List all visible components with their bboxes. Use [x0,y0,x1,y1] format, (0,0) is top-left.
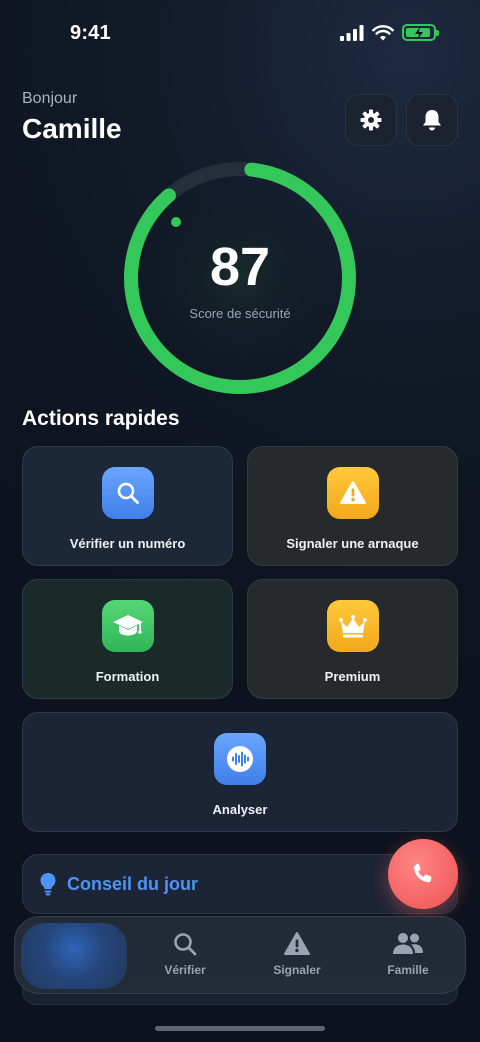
battery-icon [402,24,439,41]
status-time: 9:41 [70,22,111,44]
premium-card[interactable]: Premium [247,579,458,699]
warning-icon [284,932,310,955]
graduation-cap-icon [112,615,143,636]
wifi-icon [372,24,394,40]
report-scam-card[interactable]: Signaler une arnaque [247,446,458,566]
status-icons [340,24,439,41]
search-icon [174,933,197,956]
settings-button[interactable] [345,94,397,146]
quick-actions-title: Actions rapides [22,407,180,430]
user-name: Camille [22,113,122,144]
bell-icon [423,110,441,131]
waveform-icon [227,746,253,772]
tab-family-label: Famille [387,963,429,977]
verify-tile [101,467,154,519]
lightbulb-icon [40,873,56,896]
report-tile [326,467,379,519]
verify-number-label: Vérifier un numéro [69,536,186,551]
home-indicator [155,1026,325,1031]
daily-tip-title: Conseil du jour [67,873,199,894]
tab-home[interactable] [21,923,127,989]
status-bar: 9:41 [0,0,480,70]
notifications-button[interactable] [406,94,458,146]
score-value: 87 [209,237,271,297]
emergency-call-button[interactable] [388,839,458,909]
analyze-label: Analyser [212,802,268,817]
training-tile [101,600,154,652]
training-label: Formation [95,669,160,684]
tab-report[interactable]: Signaler [252,931,342,983]
security-score-gauge: 87 Score de sécurité [120,158,360,398]
search-icon [117,482,139,504]
tab-bar: Vérifier Signaler Famille [14,916,466,994]
tab-verify[interactable]: Vérifier [140,931,230,983]
greeting-text: Bonjour [22,90,78,107]
report-scam-label: Signaler une arnaque [286,536,419,551]
score-label: Score de sécurité [189,306,291,321]
tab-verify-label: Vérifier [164,963,206,977]
premium-tile [326,600,379,652]
people-icon [393,933,423,954]
analyze-card[interactable]: Analyser [22,712,458,832]
premium-label: Premium [324,669,381,684]
tab-family[interactable]: Famille [363,931,453,983]
phone-icon [414,863,432,883]
crown-icon [338,615,367,638]
warning-icon [339,481,366,504]
tab-report-label: Signaler [273,963,321,977]
analyze-tile [214,733,266,785]
score-ring-marker [171,217,182,228]
gear-icon [360,109,382,131]
verify-number-card[interactable]: Vérifier un numéro [22,446,233,566]
signal-icon [340,24,364,41]
training-card[interactable]: Formation [22,579,233,699]
